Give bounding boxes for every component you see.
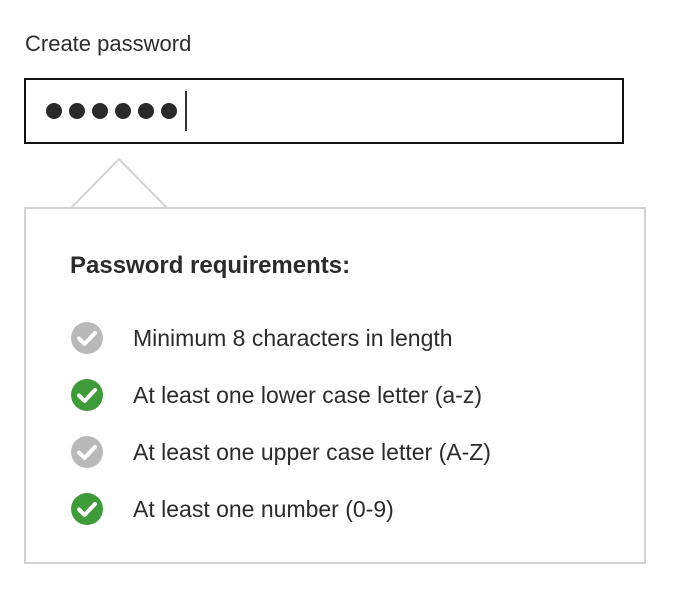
requirement-item: At least one upper case letter (A-Z) (70, 423, 491, 480)
requirement-text: At least one upper case letter (A-Z) (133, 438, 491, 465)
popover-pointer (70, 157, 168, 209)
checkmark-circle-icon (71, 492, 103, 525)
text-caret (185, 91, 187, 131)
requirement-text: At least one lower case letter (a-z) (133, 381, 482, 408)
password-mask (46, 80, 187, 142)
checkmark-circle-icon (71, 378, 103, 411)
requirements-heading: Password requirements: (70, 252, 351, 279)
requirement-item: At least one lower case letter (a-z) (70, 366, 491, 423)
requirements-list: Minimum 8 characters in length At least … (70, 309, 491, 537)
checkmark-circle-icon (71, 321, 103, 354)
requirement-item: Minimum 8 characters in length (70, 309, 491, 366)
password-requirements-popover: Password requirements: Minimum 8 charact… (24, 207, 646, 564)
requirement-text: At least one number (0-9) (133, 495, 394, 522)
checkmark-circle-icon (71, 435, 103, 468)
requirement-text: Minimum 8 characters in length (133, 324, 453, 351)
create-password-label: Create password (25, 31, 192, 56)
password-input[interactable] (24, 78, 624, 144)
requirement-item: At least one number (0-9) (70, 480, 491, 537)
